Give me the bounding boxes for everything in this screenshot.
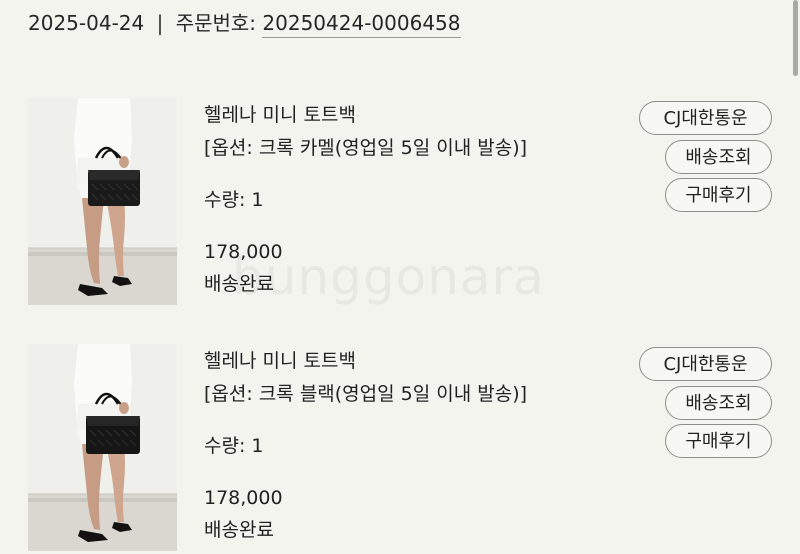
header-separator: | xyxy=(156,11,164,35)
order-number[interactable]: 20250424-0006458 xyxy=(262,11,461,38)
product-quantity: 수량: 1 xyxy=(204,189,264,211)
order-header: 2025-04-24 | 주문번호: 20250424-0006458 xyxy=(28,8,461,38)
scrollbar[interactable] xyxy=(793,0,798,76)
track-delivery-button[interactable]: 배송조회 xyxy=(665,140,772,174)
product-thumbnail[interactable] xyxy=(28,344,177,551)
product-price: 178,000 xyxy=(204,487,283,509)
product-price: 178,000 xyxy=(204,241,283,263)
product-name[interactable]: 헬레나 미니 토트백 xyxy=(204,102,356,128)
product-option: [옵션: 크록 카멜(영업일 5일 이내 발송)] xyxy=(204,137,528,159)
write-review-button[interactable]: 구매후기 xyxy=(665,424,772,458)
order-number-label: 주문번호: xyxy=(175,11,257,35)
order-item: 헬레나 미니 토트백 [옵션: 크록 블랙(영업일 5일 이내 발송)] 수량:… xyxy=(0,344,800,554)
delivery-status: 배송완료 xyxy=(204,273,274,295)
product-option: [옵션: 크록 블랙(영업일 5일 이내 발송)] xyxy=(204,383,528,405)
write-review-button[interactable]: 구매후기 xyxy=(665,178,772,212)
carrier-button[interactable]: CJ대한통운 xyxy=(639,101,772,135)
product-thumbnail[interactable] xyxy=(28,98,177,305)
delivery-status: 배송완료 xyxy=(204,519,274,541)
order-item: 헬레나 미니 토트백 [옵션: 크록 카멜(영업일 5일 이내 발송)] 수량:… xyxy=(0,98,800,308)
product-name[interactable]: 헬레나 미니 토트백 xyxy=(204,348,356,374)
order-date: 2025-04-24 xyxy=(28,11,145,35)
carrier-button[interactable]: CJ대한통운 xyxy=(639,347,772,381)
product-quantity: 수량: 1 xyxy=(204,435,264,457)
track-delivery-button[interactable]: 배송조회 xyxy=(665,386,772,420)
